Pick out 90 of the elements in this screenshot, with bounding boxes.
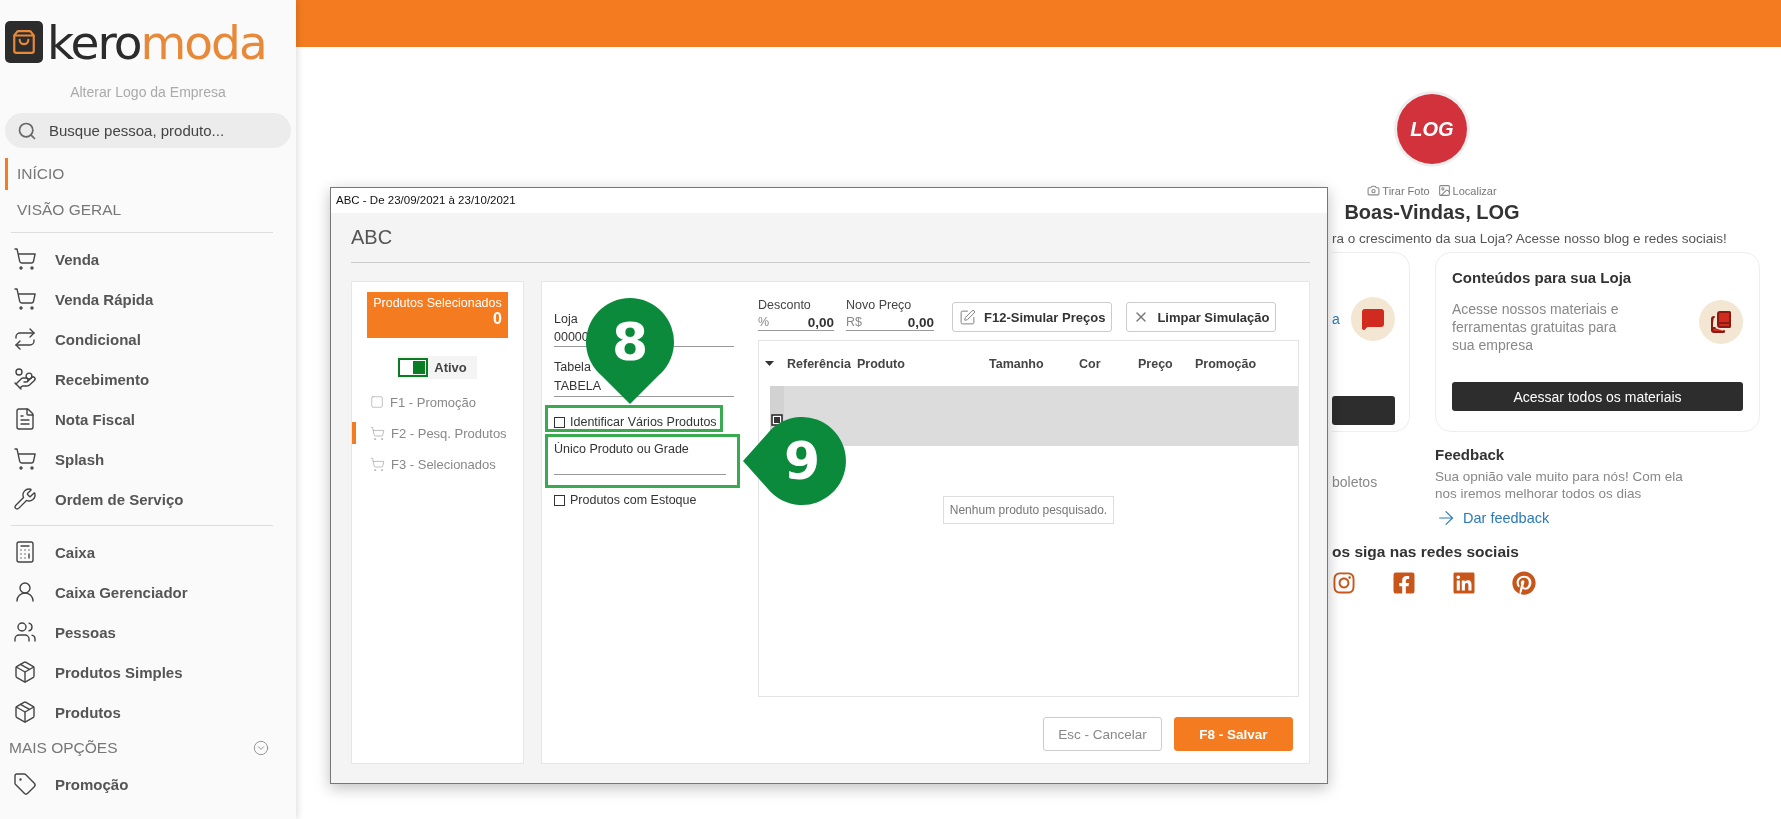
tag-icon bbox=[13, 772, 37, 796]
pinterest-icon[interactable] bbox=[1512, 571, 1536, 595]
sidebar-item[interactable]: Pessoas bbox=[5, 612, 291, 652]
card-link[interactable]: a bbox=[1332, 311, 1340, 327]
dialog-nav-item[interactable]: F1 - Promoção bbox=[352, 391, 523, 413]
company-logo: LOG bbox=[1397, 94, 1467, 164]
search-icon bbox=[17, 120, 37, 141]
sidebar-item[interactable]: Caixa Gerenciador bbox=[5, 572, 291, 612]
feedback-title: Feedback bbox=[1435, 446, 1506, 463]
sidebar-item[interactable]: Promoção bbox=[5, 764, 291, 804]
take-photo-link[interactable]: Tirar Foto bbox=[1367, 184, 1430, 197]
person-icon bbox=[13, 580, 37, 604]
camera-icon bbox=[1367, 184, 1381, 197]
cart-icon bbox=[370, 425, 385, 441]
sidebar-item[interactable]: Recebimento bbox=[5, 359, 291, 399]
bag-logo-icon bbox=[5, 21, 43, 63]
column-header[interactable]: Cor bbox=[1079, 356, 1138, 371]
cancel-button[interactable]: Esc - Cancelar bbox=[1043, 717, 1162, 751]
field-label: Novo Preço bbox=[846, 298, 913, 312]
cart-icon bbox=[370, 456, 385, 472]
column-header[interactable]: Referência bbox=[787, 356, 857, 371]
brand-wordmark: keromoda bbox=[47, 18, 266, 66]
nav-section-link[interactable]: VISÃO GERAL bbox=[5, 194, 291, 226]
column-header[interactable]: Produto bbox=[857, 356, 989, 371]
social-title: os siga nas redes sociais bbox=[1332, 543, 1520, 561]
discount-field[interactable]: % 0,00 bbox=[758, 312, 834, 331]
search-field[interactable]: Busque pessoa, produto... bbox=[5, 113, 291, 148]
simulate-prices-button[interactable]: F12-Simular Preços bbox=[952, 302, 1113, 332]
identify-many-checkbox[interactable]: Identificar Vários Produtos bbox=[554, 415, 717, 429]
toggle-label: Ativo bbox=[434, 360, 467, 375]
search-input[interactable]: Busque pessoa, produto... bbox=[47, 121, 277, 140]
price-table-value[interactable]: TABELA bbox=[554, 379, 601, 393]
cart-icon bbox=[13, 447, 37, 471]
new-price-field[interactable]: R$ 0,00 bbox=[846, 312, 934, 331]
cash-register-icon bbox=[13, 540, 37, 564]
sidebar-item[interactable]: Produtos bbox=[5, 692, 291, 732]
sidebar-item[interactable]: Condicional bbox=[5, 319, 291, 359]
sidebar-item[interactable]: Caixa bbox=[5, 532, 291, 572]
feedback-text: Sua opnião vale muito para nós! Com ela nos iremos melhorar todos os dias bbox=[1435, 468, 1684, 502]
sidebar-item[interactable]: Nota Fiscal bbox=[5, 399, 291, 439]
field-label: Desconto bbox=[758, 298, 812, 312]
feedback-link[interactable]: Dar feedback bbox=[1435, 507, 1705, 529]
access-materials-button[interactable]: Acessar todos os materiais bbox=[1452, 382, 1743, 411]
welcome-subtitle: ra o crescimento da sua Loja? Acesse nosso blog e redes sociais! bbox=[1332, 231, 1728, 246]
instagram-icon[interactable] bbox=[1332, 571, 1356, 595]
linkedin-icon[interactable] bbox=[1452, 571, 1476, 595]
column-header[interactable]: Preço bbox=[1138, 356, 1195, 371]
callout-marker: 9 bbox=[741, 417, 846, 505]
column-header[interactable]: Tamanho bbox=[989, 356, 1079, 371]
hand-coin-icon bbox=[13, 367, 37, 391]
locate-image-link[interactable]: Localizar bbox=[1437, 184, 1497, 197]
wrench-icon bbox=[13, 487, 37, 511]
selected-products-tile: Produtos Selecionados 0 bbox=[367, 292, 508, 338]
with-stock-checkbox[interactable]: Produtos com Estoque bbox=[554, 493, 734, 507]
sidebar-item[interactable]: Venda bbox=[5, 239, 291, 279]
column-header[interactable]: Promoção bbox=[1195, 356, 1298, 371]
box-icon bbox=[13, 660, 37, 684]
books-icon bbox=[1699, 300, 1743, 344]
nav-section-link[interactable]: INÍCIO bbox=[5, 158, 291, 190]
chat-bubble-icon bbox=[1351, 297, 1395, 341]
empty-message: Nenhum produto pesquisado. bbox=[942, 496, 1115, 524]
sidebar-item[interactable]: Splash bbox=[5, 439, 291, 479]
cart-icon bbox=[13, 247, 37, 271]
window-title: ABC - De 23/09/2021 à 23/10/2021 bbox=[331, 188, 1327, 213]
square-icon bbox=[370, 395, 384, 409]
dialog-nav-item[interactable]: F2 - Pesq. Produtos bbox=[352, 422, 523, 444]
document-icon bbox=[13, 407, 37, 431]
dialog-heading: ABC bbox=[351, 213, 1310, 263]
edit-icon bbox=[959, 308, 976, 326]
more-options-label: MAIS OPÇÕES bbox=[9, 739, 118, 757]
cart-icon bbox=[13, 287, 37, 311]
arrows-icon bbox=[13, 327, 37, 351]
caret-icon[interactable] bbox=[765, 360, 774, 367]
box-icon bbox=[13, 700, 37, 724]
sidebar-item[interactable]: Ordem de Serviço bbox=[5, 479, 291, 519]
clear-simulation-button[interactable]: Limpar Simulação bbox=[1126, 302, 1277, 332]
card-text: Acesse nossos materiais e ferramentas gratuitas para sua empresa bbox=[1452, 300, 1620, 354]
sidebar-item[interactable]: Venda Rápida bbox=[5, 279, 291, 319]
sidebar-item[interactable]: Produtos Simples bbox=[5, 652, 291, 692]
field-label: Loja bbox=[554, 312, 578, 326]
chevron-down-icon[interactable] bbox=[253, 740, 269, 756]
image-icon bbox=[1437, 184, 1451, 197]
card-text: boletos bbox=[1332, 473, 1379, 492]
card-title: Conteúdos para sua Loja bbox=[1452, 269, 1633, 286]
welcome-heading: Boas-Vindas, LOG bbox=[1344, 201, 1520, 224]
field-label: Tabela bbox=[554, 360, 591, 374]
people-icon bbox=[13, 620, 37, 644]
dialog-nav-item[interactable]: F3 - Selecionados bbox=[352, 453, 523, 475]
facebook-icon[interactable] bbox=[1392, 571, 1416, 595]
active-toggle[interactable] bbox=[398, 358, 429, 377]
